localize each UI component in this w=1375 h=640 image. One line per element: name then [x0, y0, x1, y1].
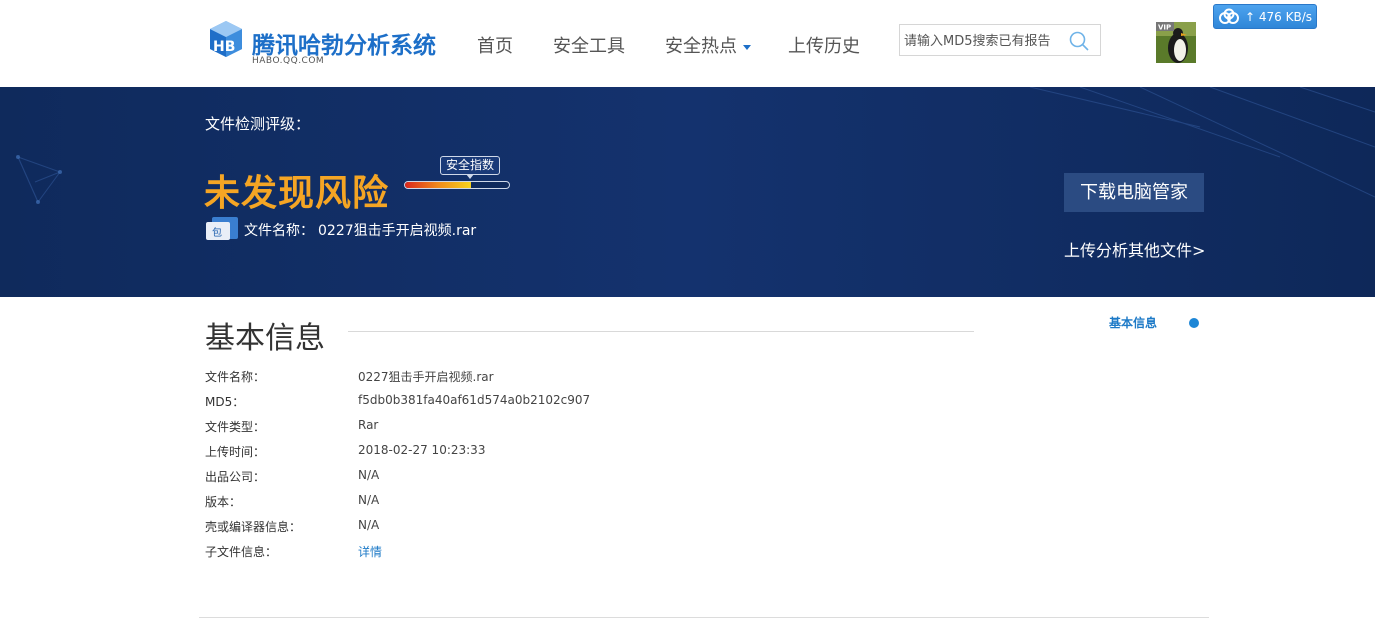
- info-row-md5: MD5： f5db0b381fa40af61d574a0b2102c907: [205, 393, 805, 413]
- section-divider: [348, 331, 974, 332]
- top-header: HB 腾讯哈勃分析系统 HABO.QQ.COM 首页 安全工具 安全热点 上传历…: [0, 0, 1375, 87]
- md5-search-box: [899, 24, 1101, 56]
- safety-index-fill: [405, 182, 471, 188]
- nav-upload-history[interactable]: 上传历史: [788, 32, 860, 58]
- info-key: 文件名称：: [205, 370, 266, 384]
- cloud-icon: [1219, 8, 1239, 24]
- info-row-file-type: 文件类型： Rar: [205, 418, 805, 438]
- info-value: N/A: [358, 493, 380, 507]
- info-row-publisher: 出品公司： N/A: [205, 468, 805, 488]
- rating-label: 文件检测评级：: [205, 115, 311, 133]
- penguin-avatar-icon: VIP: [1156, 22, 1196, 63]
- info-row-subfile-info: 子文件信息： 详情: [205, 543, 805, 563]
- side-nav-active-dot-icon: [1189, 318, 1199, 328]
- network-speed-badge[interactable]: ↑ 476 KB/s: [1213, 4, 1317, 29]
- info-key: MD5：: [205, 395, 245, 409]
- info-value: 2018-02-27 10:23:33: [358, 443, 486, 457]
- info-value: N/A: [358, 468, 380, 482]
- info-row-packer-compiler: 壳或编译器信息： N/A: [205, 518, 805, 538]
- safety-index-meter: 安全指数: [404, 156, 510, 192]
- meter-pointer-icon: [466, 174, 474, 179]
- md5-search-input[interactable]: [904, 31, 1064, 51]
- download-pc-manager-button[interactable]: 下载电脑管家: [1064, 173, 1204, 212]
- verdict-text: 未发现风险: [204, 173, 390, 214]
- info-key: 出品公司：: [205, 470, 266, 484]
- logo-subtitle: HABO.QQ.COM: [252, 56, 325, 66]
- info-key: 上传时间：: [205, 445, 266, 459]
- nav-home[interactable]: 首页: [477, 32, 513, 58]
- upload-other-files-link[interactable]: 上传分析其他文件>: [1064, 237, 1205, 261]
- upload-arrow-icon: ↑: [1245, 10, 1256, 24]
- archive-file-icon: 包: [206, 217, 238, 240]
- file-name-value: 0227狙击手开启视频.rar: [318, 223, 477, 239]
- info-row-version: 版本： N/A: [205, 493, 805, 513]
- info-row-upload-time: 上传时间： 2018-02-27 10:23:33: [205, 443, 805, 463]
- info-value: Rar: [358, 418, 379, 432]
- basic-info-title: 基本信息: [205, 321, 325, 356]
- speed-text: ↑ 476 KB/s: [1245, 10, 1312, 24]
- bottom-divider: [199, 617, 1209, 618]
- search-icon[interactable]: [1068, 30, 1090, 52]
- user-avatar[interactable]: VIP: [1156, 22, 1196, 63]
- info-key: 子文件信息：: [205, 545, 278, 559]
- nav-security-hotspots-label: 安全热点: [665, 36, 737, 57]
- scan-result-banner: 文件检测评级： 未发现风险 安全指数 包 文件名称： 0227狙击手开启视频.r…: [0, 87, 1375, 297]
- info-row-file-name: 文件名称： 0227狙击手开启视频.rar: [205, 368, 805, 388]
- info-key: 文件类型：: [205, 420, 266, 434]
- info-key: 版本：: [205, 495, 242, 509]
- vip-badge: VIP: [1158, 24, 1171, 32]
- subfile-details-link[interactable]: 详情: [358, 543, 382, 560]
- svg-text:包: 包: [212, 226, 222, 239]
- speed-value: 476 KB/s: [1258, 10, 1313, 24]
- file-name-label: 文件名称：: [244, 223, 314, 239]
- info-value: f5db0b381fa40af61d574a0b2102c907: [358, 393, 591, 407]
- info-value: 0227狙击手开启视频.rar: [358, 370, 494, 384]
- chevron-down-icon: [743, 44, 751, 50]
- habo-logo-mark-icon: HB: [210, 21, 242, 57]
- safety-index-label: 安全指数: [440, 156, 501, 175]
- nav-security-tools[interactable]: 安全工具: [553, 32, 625, 58]
- info-key: 壳或编译器信息：: [205, 520, 302, 534]
- info-value: N/A: [358, 518, 380, 532]
- safety-index-bar: [404, 181, 510, 189]
- nav-security-hotspots[interactable]: 安全热点: [665, 32, 751, 58]
- logo-title: 腾讯哈勃分析系统: [252, 33, 436, 59]
- habo-logo[interactable]: HB 腾讯哈勃分析系统 HABO.QQ.COM: [206, 19, 446, 69]
- side-nav-basic-info[interactable]: 基本信息: [1109, 314, 1157, 331]
- svg-text:HB: HB: [213, 39, 235, 55]
